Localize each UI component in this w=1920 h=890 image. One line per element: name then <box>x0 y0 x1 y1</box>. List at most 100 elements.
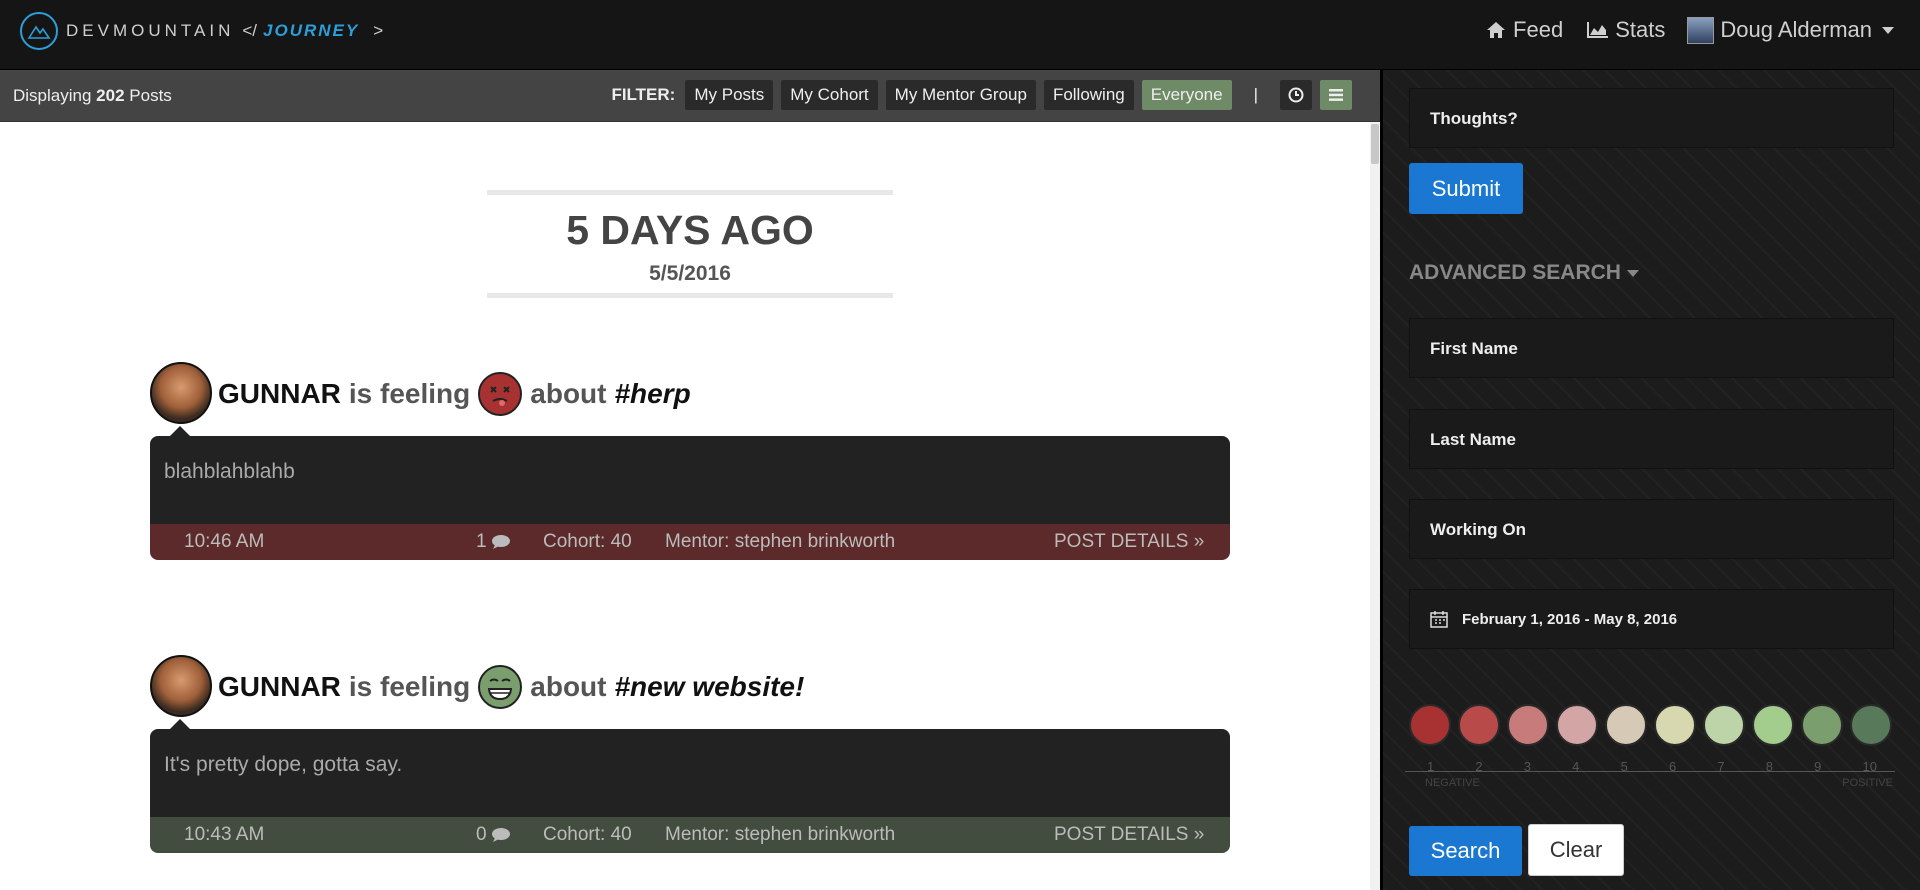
post-mentor: Mentor: stephen brinkworth <box>665 531 896 552</box>
about-text: about <box>530 671 607 702</box>
speech-pointer <box>170 719 190 729</box>
scale-number: 3 <box>1523 759 1532 774</box>
mood-scale-faces <box>1409 704 1892 746</box>
nav-stats-label: Stats <box>1615 17 1666 42</box>
post-details-link[interactable]: POST DETAILS » <box>1054 531 1204 553</box>
advanced-search-toggle[interactable]: ADVANCED SEARCH <box>1409 261 1639 285</box>
scale-number: 7 <box>1717 759 1725 774</box>
author-name[interactable]: GUNNAR <box>218 378 341 410</box>
clock-icon <box>1288 87 1304 103</box>
filter-following[interactable]: Following <box>1043 80 1134 110</box>
filter-my-posts[interactable]: My Posts <box>685 80 774 110</box>
scale-number: 1 <box>1427 759 1435 774</box>
list-icon <box>1329 89 1343 101</box>
submit-button[interactable]: Submit <box>1409 163 1523 214</box>
nav-feed-link[interactable]: Feed <box>1485 17 1563 43</box>
feeling-text: is feeling <box>348 671 471 702</box>
scale-number: 6 <box>1668 759 1677 774</box>
side-panel: Thoughts? Submit ADVANCED SEARCH First N… <box>1380 70 1920 890</box>
post-tag[interactable]: #herp <box>614 378 690 410</box>
speech-pointer <box>170 426 190 436</box>
mood-3-face-icon[interactable] <box>1507 704 1549 746</box>
caret-down-icon <box>1626 269 1639 277</box>
mood-scale: 1 2 3 4 5 6 7 8 9 10 NEGATIVE POSITIVE <box>1405 759 1895 789</box>
post-body: blahblahblahb <box>150 436 1230 524</box>
user-name: Doug Alderman <box>1720 17 1872 42</box>
brand-code-open: </ <box>242 21 258 40</box>
filter-everyone[interactable]: Everyone <box>1141 80 1232 110</box>
mood-face-icon <box>478 372 523 416</box>
date-absolute: 5/5/2016 <box>649 262 731 285</box>
comment-count-number: 1 <box>476 531 487 552</box>
post-count-number: 202 <box>96 86 125 105</box>
post-count-suffix: Posts <box>129 86 172 105</box>
brand[interactable]: DEVMOUNTAIN </ JOURNEY > <box>20 12 383 50</box>
mood-6-face-icon[interactable] <box>1654 704 1696 746</box>
post-card: GUNNAR is feeling about #herp blahblahbl… <box>150 362 1230 560</box>
date-range-text: February 1, 2016 - May 8, 2016 <box>1462 610 1678 628</box>
scale-number: 2 <box>1475 759 1483 774</box>
filter-my-mentor-group[interactable]: My Mentor Group <box>885 80 1036 110</box>
author-avatar[interactable] <box>150 362 212 424</box>
date-relative: 5 DAYS AGO <box>566 207 814 253</box>
brand-code-close: > <box>373 21 384 40</box>
clear-button[interactable]: Clear <box>1528 824 1624 876</box>
user-avatar <box>1687 16 1715 44</box>
post-title: GUNNAR is feeling about #herp <box>218 372 691 416</box>
mood-face-icon <box>478 665 523 709</box>
mood-8-face-icon[interactable] <box>1752 704 1794 746</box>
mood-5-face-icon[interactable] <box>1605 704 1647 746</box>
post-card: GUNNAR is feeling about #new website! It… <box>150 655 1230 853</box>
calendar-icon <box>1430 611 1448 628</box>
mood-7-face-icon[interactable] <box>1703 704 1745 746</box>
post-count-prefix: Displaying <box>13 86 92 105</box>
comment-count[interactable]: 1 <box>476 531 511 553</box>
brand-journey: JOURNEY <box>263 21 360 40</box>
scale-number: 4 <box>1572 759 1580 774</box>
search-button[interactable]: Search <box>1409 826 1522 876</box>
comment-icon <box>491 828 510 842</box>
mood-2-face-icon[interactable] <box>1458 704 1500 746</box>
filter-my-cohort[interactable]: My Cohort <box>781 80 878 110</box>
author-name[interactable]: GUNNAR <box>218 671 341 703</box>
feed-scrollbar[interactable] <box>1370 122 1380 890</box>
post-details-link[interactable]: POST DETAILS » <box>1054 824 1204 846</box>
post-tag[interactable]: #new website! <box>614 671 804 703</box>
comment-count[interactable]: 0 <box>476 824 511 846</box>
post-feed: 5 DAYS AGO 5/5/2016 GUNNAR is feeling ab… <box>0 122 1380 890</box>
nav-feed-label: Feed <box>1513 17 1564 42</box>
first-name-field[interactable]: First Name <box>1409 318 1894 378</box>
chevron-down-icon <box>1882 26 1894 34</box>
post-title: GUNNAR is feeling about #new website! <box>218 665 804 709</box>
filter-separator: | <box>1253 85 1258 104</box>
filter-bar: Displaying 202 Posts FILTER: My Posts My… <box>0 70 1380 122</box>
brand-name: DEVMOUNTAIN <box>66 21 235 40</box>
working-on-field[interactable]: Working On <box>1409 499 1894 559</box>
post-footer: 10:46 AM 1 Cohort: 40 Mentor: stephen br… <box>150 524 1230 560</box>
comment-count-number: 0 <box>476 824 487 845</box>
list-view-button[interactable] <box>1320 80 1352 110</box>
positive-label: POSITIVE <box>1842 777 1893 789</box>
home-icon <box>1487 22 1506 38</box>
mood-1-face-icon[interactable] <box>1409 704 1451 746</box>
comment-icon <box>491 535 510 549</box>
scale-number: 10 <box>1862 759 1877 774</box>
timeline-view-button[interactable] <box>1280 80 1312 110</box>
author-avatar[interactable] <box>150 655 212 717</box>
post-cohort: Cohort: 40 <box>543 824 632 845</box>
advanced-search-label: ADVANCED SEARCH <box>1409 261 1621 284</box>
mood-10-face-icon[interactable] <box>1850 704 1892 746</box>
nav-stats-link[interactable]: Stats <box>1585 17 1665 43</box>
post-footer: 10:43 AM 0 Cohort: 40 Mentor: stephen br… <box>150 817 1230 853</box>
thoughts-input[interactable]: Thoughts? <box>1409 88 1894 148</box>
mood-9-face-icon[interactable] <box>1801 704 1843 746</box>
mood-4-face-icon[interactable] <box>1556 704 1598 746</box>
area-chart-icon <box>1587 22 1609 38</box>
scale-number: 5 <box>1620 759 1628 774</box>
date-range-field[interactable]: February 1, 2016 - May 8, 2016 <box>1409 589 1894 649</box>
last-name-field[interactable]: Last Name <box>1409 409 1894 469</box>
top-navbar: DEVMOUNTAIN </ JOURNEY > Feed Stats Doug… <box>0 0 1920 70</box>
about-text: about <box>530 378 607 409</box>
user-menu[interactable]: Doug Alderman <box>1687 16 1894 44</box>
scroll-thumb[interactable] <box>1371 124 1379 164</box>
